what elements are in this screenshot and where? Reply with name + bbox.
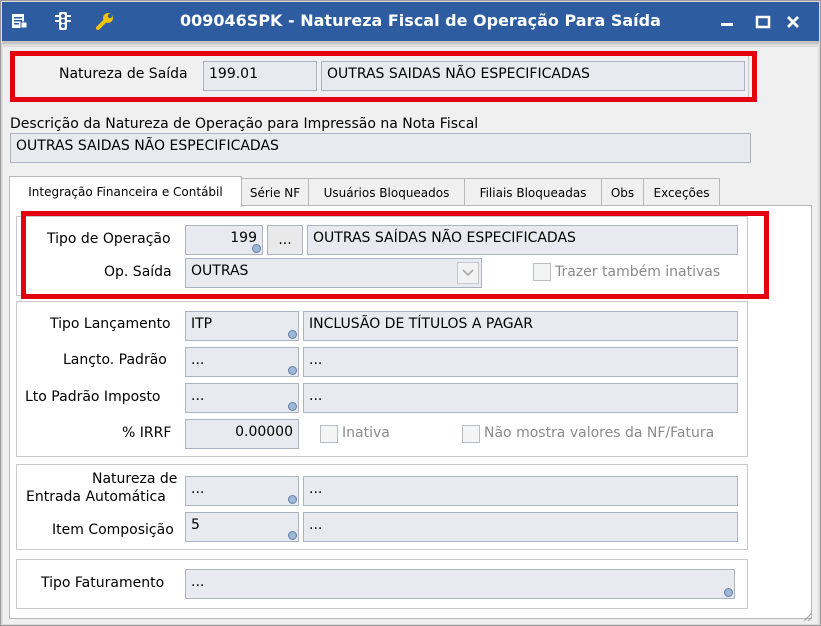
wrench-icon[interactable] (94, 10, 116, 32)
irrf-label: % IRRF (122, 425, 172, 441)
dialog-content: Natureza de Saída 199.01 OUTRAS SAIDAS N… (3, 47, 818, 624)
window-title: 009046SPK - Natureza Fiscal de Operação … (180, 11, 661, 30)
natureza-entrada-label-line1: Natureza de (92, 471, 178, 487)
inativa-label: Inativa (342, 425, 390, 441)
natureza-entrada-desc-field[interactable]: ... (303, 476, 738, 506)
resize-grip-icon[interactable] (803, 610, 813, 622)
item-composicao-label: Item Composição (52, 522, 174, 538)
minimize-icon[interactable] (713, 8, 741, 36)
tab-obs[interactable]: Obs (601, 178, 644, 206)
irrf-field[interactable]: 0.00000 (185, 419, 299, 449)
lto-padrao-imposto-desc-field[interactable]: ... (303, 383, 738, 413)
tab-serie-nf[interactable]: Série NF (241, 178, 309, 206)
item-composicao-desc-field[interactable]: ... (303, 512, 738, 542)
traffic-light-icon[interactable] (52, 10, 74, 32)
nao-mostra-checkbox[interactable] (462, 425, 480, 443)
highlight-box-operacao (21, 211, 769, 299)
lancto-padrao-desc-field[interactable]: ... (303, 347, 738, 377)
natureza-entrada-label-line2: Entrada Automática (26, 489, 166, 505)
lancto-padrao-code-field[interactable]: ... (185, 347, 299, 377)
descricao-label: Descrição da Natureza de Operação para I… (10, 116, 479, 132)
title-bar[interactable]: 009046SPK - Natureza Fiscal de Operação … (2, 2, 819, 44)
tab-filiais-bloqueadas[interactable]: Filiais Bloqueadas (464, 178, 602, 206)
tab-integracao[interactable]: Integração Financeira e Contábil (9, 176, 242, 207)
tipo-lancamento-desc-field[interactable]: INCLUSÃO DE TÍTULOS A PAGAR (303, 311, 738, 341)
tab-excecoes[interactable]: Exceções (643, 178, 720, 206)
highlight-box-natureza (10, 51, 757, 102)
item-composicao-code-field[interactable]: 5 (185, 512, 299, 542)
descricao-field[interactable]: OUTRAS SAIDAS NÃO ESPECIFICADAS (10, 133, 751, 163)
tipo-faturamento-label: Tipo Faturamento (41, 575, 165, 591)
close-icon[interactable] (779, 8, 807, 36)
tab-panel: Tipo de Operação 199 ... OUTRAS SAÍDAS N… (9, 205, 812, 619)
maximize-icon[interactable] (749, 8, 777, 36)
nao-mostra-label: Não mostra valores da NF/Fatura (484, 425, 715, 441)
dialog-window: 009046SPK - Natureza Fiscal de Operação … (0, 0, 821, 626)
lancto-padrao-label: Lançto. Padrão (63, 352, 167, 368)
lto-padrao-imposto-label: Lto Padrão Imposto (25, 389, 161, 405)
tab-usuarios-bloqueados[interactable]: Usuários Bloqueados (308, 178, 465, 206)
tipo-lancamento-label: Tipo Lançamento (50, 316, 171, 332)
menu-icon[interactable] (8, 10, 30, 32)
tipo-lancamento-code-field[interactable]: ITP (185, 311, 299, 341)
lto-padrao-imposto-code-field[interactable]: ... (185, 383, 299, 413)
inativa-checkbox[interactable] (320, 425, 338, 443)
tipo-faturamento-field[interactable]: ... (185, 569, 735, 599)
natureza-entrada-code-field[interactable]: ... (185, 476, 299, 506)
